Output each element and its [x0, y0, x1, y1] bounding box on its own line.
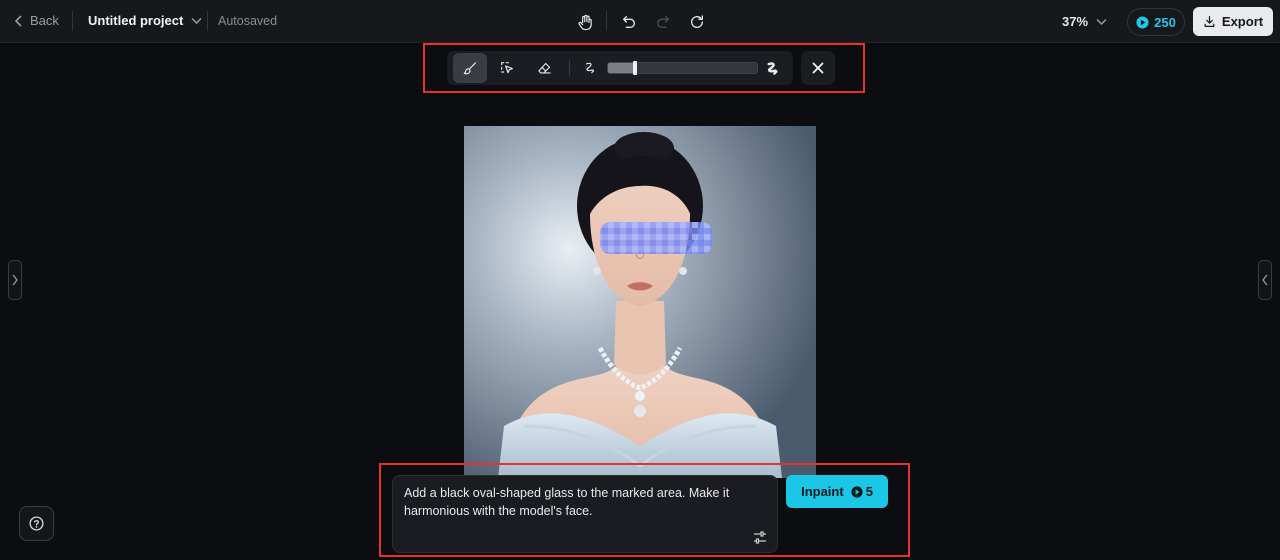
brush-size-large-button[interactable] — [757, 53, 787, 83]
pan-tool-button[interactable] — [574, 11, 596, 33]
export-button[interactable]: Export — [1193, 7, 1273, 36]
divider — [72, 11, 73, 31]
undo-icon — [623, 16, 635, 28]
brush-size-slider[interactable] — [607, 61, 758, 75]
divider — [207, 11, 208, 31]
brush-tool-button[interactable] — [453, 53, 487, 83]
undo-button[interactable] — [618, 11, 640, 33]
back-label: Back — [30, 13, 59, 28]
settings-sliders-icon[interactable] — [753, 531, 767, 544]
redo-icon — [657, 16, 669, 28]
top-bar: Back Untitled project Autosaved 37% 250 … — [0, 0, 1280, 43]
zoom-dropdown[interactable]: 37% — [1062, 14, 1107, 29]
chevron-right-icon — [12, 274, 18, 286]
inpaint-button[interactable]: Inpaint 5 — [786, 475, 888, 508]
save-status: Autosaved — [218, 14, 278, 28]
chevron-down-icon — [1096, 18, 1107, 25]
download-icon — [1204, 16, 1215, 27]
inpaint-toolbar — [447, 51, 793, 85]
inpaint-cost-value: 5 — [865, 484, 873, 499]
inpaint-mask — [600, 222, 712, 254]
credit-icon — [851, 485, 863, 498]
right-panel-toggle[interactable] — [1258, 260, 1272, 300]
chevron-down-icon — [191, 17, 202, 24]
brush-size-fill — [608, 63, 635, 73]
help-button[interactable] — [19, 506, 54, 541]
export-label: Export — [1221, 14, 1264, 29]
portrait-image — [464, 126, 816, 478]
credits-badge[interactable]: 250 — [1127, 8, 1185, 36]
help-icon — [29, 516, 44, 531]
prompt-textarea[interactable]: Add a black oval-shaped glass to the mar… — [392, 475, 778, 553]
inpaint-cost: 5 — [851, 484, 873, 499]
close-icon — [812, 62, 824, 74]
redo-button[interactable] — [652, 11, 674, 33]
refresh-button[interactable] — [686, 11, 708, 33]
project-title: Untitled project — [88, 13, 184, 28]
brush-icon — [463, 61, 476, 74]
prompt-text[interactable]: Add a black oval-shaped glass to the mar… — [404, 484, 764, 520]
canvas-image[interactable] — [464, 126, 816, 478]
brush-size-handle[interactable] — [632, 61, 637, 75]
hand-icon — [577, 14, 592, 30]
back-button[interactable]: Back — [14, 13, 59, 28]
toolbar-divider — [569, 60, 570, 76]
brush-small-icon — [585, 62, 595, 74]
project-title-dropdown[interactable]: Untitled project — [88, 13, 202, 28]
left-panel-toggle[interactable] — [8, 260, 22, 300]
eraser-tool-button[interactable] — [527, 53, 561, 83]
chevron-left-icon — [14, 14, 22, 27]
close-inpaint-button[interactable] — [801, 51, 835, 85]
brush-large-icon — [767, 61, 778, 75]
zoom-level: 37% — [1062, 14, 1089, 29]
select-icon — [501, 62, 513, 74]
inpaint-label: Inpaint — [801, 484, 844, 499]
smart-select-tool-button[interactable] — [490, 53, 524, 83]
chevron-left-icon — [1262, 274, 1268, 286]
credit-icon — [1136, 15, 1149, 29]
credits-count: 250 — [1154, 14, 1176, 30]
eraser-icon — [537, 62, 551, 73]
refresh-icon — [691, 15, 703, 28]
brush-size-small-button[interactable] — [575, 53, 605, 83]
divider — [606, 11, 607, 31]
